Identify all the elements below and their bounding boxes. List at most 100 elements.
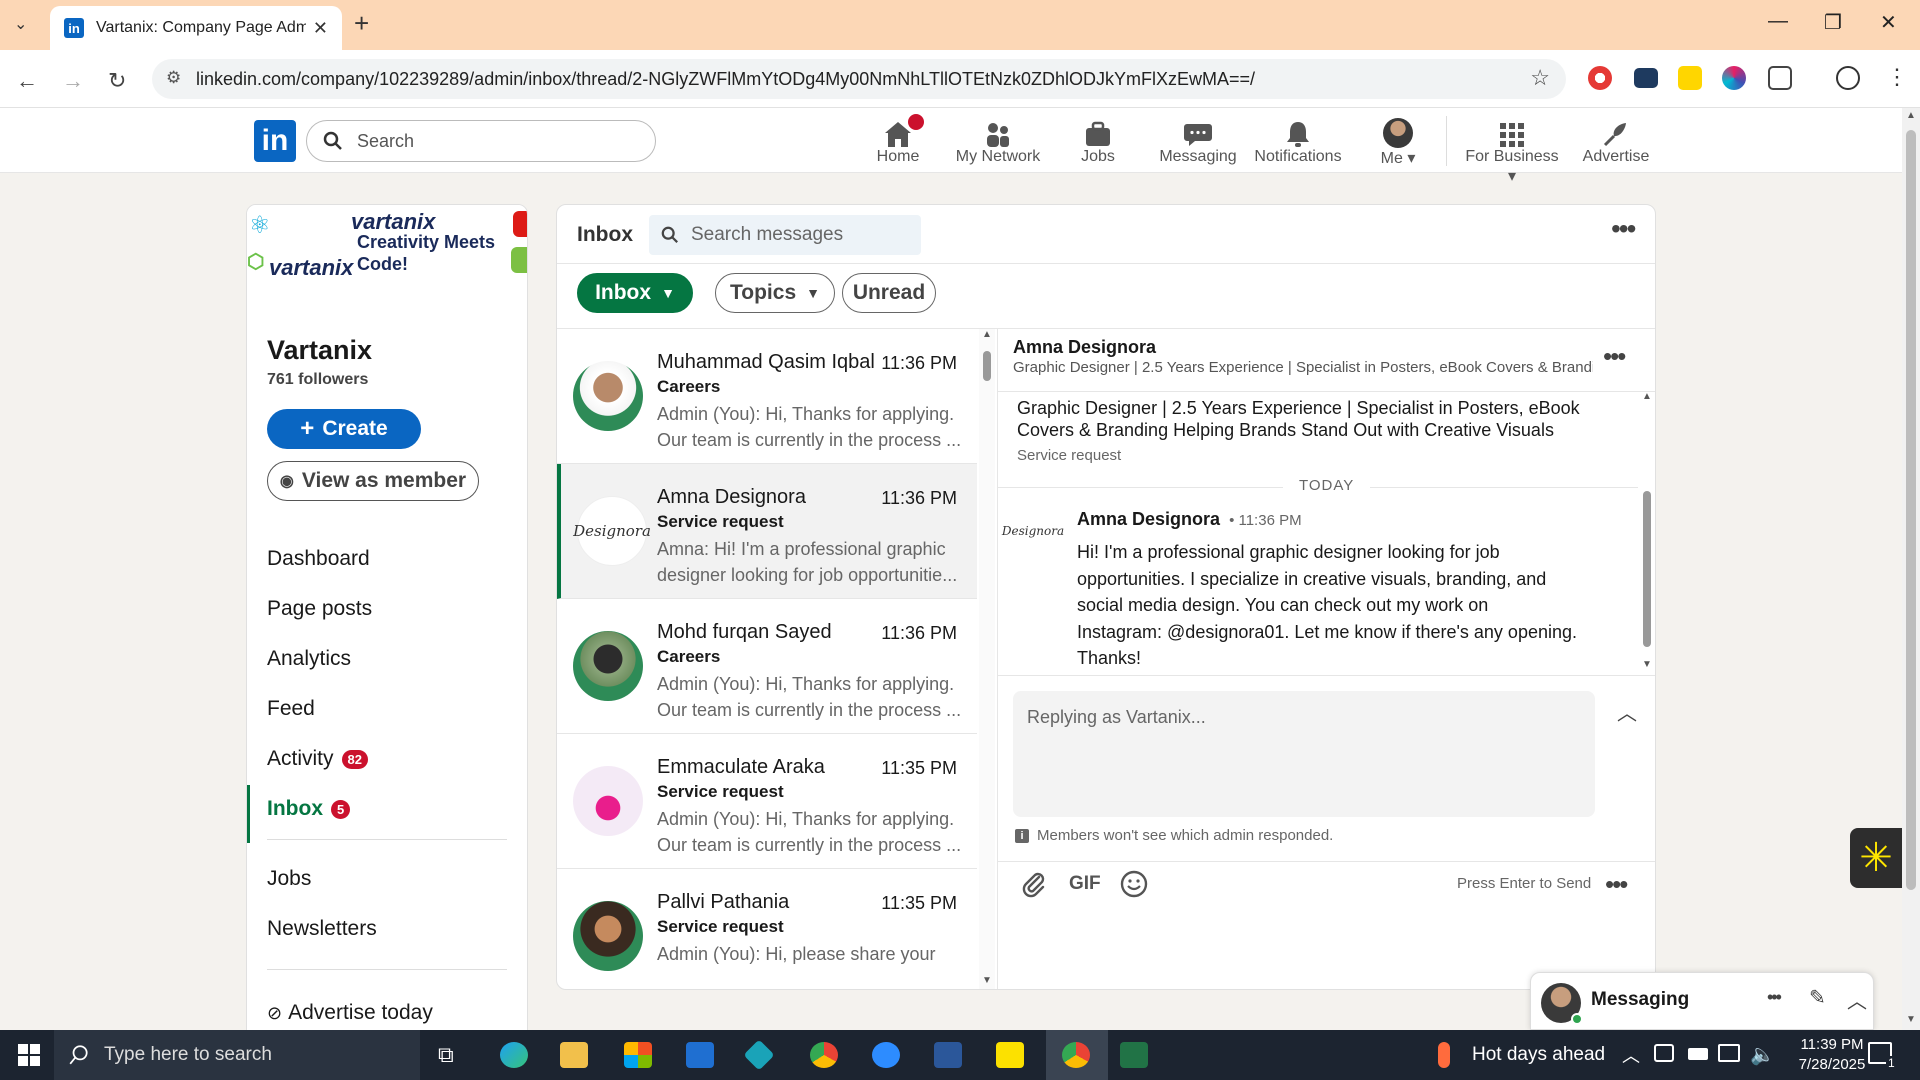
messaging-popup-bar[interactable]: Messaging ••• ✎ ︿	[1530, 972, 1874, 1030]
address-bar[interactable]: ⚙ linkedin.com/company/102239289/admin/i…	[152, 59, 1566, 99]
filter-unread-button[interactable]: Unread	[842, 273, 936, 313]
weather-text[interactable]: Hot days ahead	[1472, 1044, 1605, 1066]
nav-messaging[interactable]: Messaging	[1148, 114, 1248, 166]
followers-count[interactable]: 761 followers	[267, 371, 368, 389]
gif-button[interactable]: GIF	[1069, 873, 1101, 895]
sidebar-item-inbox[interactable]: Inbox 5	[267, 797, 351, 821]
app-icon[interactable]	[743, 1039, 775, 1071]
conversation-item[interactable]: Emmaculate Araka 11:35 PM Service reques…	[557, 734, 977, 869]
extension-folder-icon[interactable]	[1634, 68, 1658, 88]
conversation-item[interactable]: Pallvi Pathania 11:35 PM Service request…	[557, 869, 977, 989]
sidebar-item-advertise[interactable]: ⊘ Advertise today	[267, 1001, 433, 1025]
clock-time[interactable]: 11:39 PM	[1792, 1036, 1872, 1053]
network-icon[interactable]	[1718, 1044, 1740, 1062]
nav-advertise[interactable]: Advertise	[1566, 114, 1666, 166]
scroll-up-arrow-icon[interactable]: ▲	[1642, 391, 1652, 402]
scroll-down-arrow-icon[interactable]: ▼	[1906, 1014, 1916, 1025]
scroll-down-arrow-icon[interactable]: ▼	[1642, 659, 1652, 670]
sidebar-item-dashboard[interactable]: Dashboard	[267, 547, 370, 571]
extension-star-icon[interactable]	[1678, 66, 1702, 90]
extension-color-icon[interactable]	[1722, 66, 1746, 90]
send-options-icon[interactable]: •••	[1605, 869, 1628, 900]
back-icon[interactable]: ←	[16, 68, 38, 94]
sender-avatar[interactable]: Designora	[1002, 503, 1064, 559]
sidebar-item-newsletters[interactable]: Newsletters	[267, 917, 377, 941]
compose-message-icon[interactable]: ✎	[1809, 985, 1826, 1010]
zoom-icon[interactable]	[872, 1042, 900, 1068]
conversation-item[interactable]: Mohd furqan Sayed 11:36 PM Careers Admin…	[557, 599, 977, 734]
file-explorer-icon[interactable]	[560, 1042, 588, 1068]
message-sender-name[interactable]: Amna Designora	[1077, 509, 1220, 529]
browser-tab[interactable]: in Vartanix: Company Page Admin ✕	[50, 6, 342, 50]
reload-icon[interactable]: ↻	[108, 68, 126, 94]
nav-me[interactable]: Me ▾	[1348, 114, 1448, 168]
attach-file-icon[interactable]	[1019, 869, 1049, 899]
popup-expand-icon[interactable]: ︿	[1847, 985, 1867, 1014]
sidebar-item-feed[interactable]: Feed	[267, 697, 315, 721]
nav-for-business[interactable]: For Business ▾	[1462, 114, 1562, 186]
scrollbar-thumb[interactable]	[1643, 491, 1651, 647]
view-as-member-button[interactable]: ◉ View as member	[267, 461, 479, 501]
floating-extension-icon[interactable]: ✳	[1850, 828, 1902, 888]
edge-icon[interactable]	[500, 1042, 528, 1068]
chrome-icon[interactable]	[810, 1042, 838, 1068]
reply-textbox[interactable]: Replying as Vartanix...	[1013, 691, 1595, 817]
company-name[interactable]: Vartanix	[267, 335, 372, 366]
sidebar-item-analytics[interactable]: Analytics	[267, 647, 351, 671]
filter-topics-button[interactable]: Topics ▼	[715, 273, 835, 313]
nav-jobs[interactable]: Jobs	[1048, 114, 1148, 166]
nav-home[interactable]: Home	[848, 114, 948, 166]
thread-more-options-icon[interactable]: •••	[1603, 341, 1626, 372]
sidebar-item-page-posts[interactable]: Page posts	[267, 597, 372, 621]
sidebar-item-activity[interactable]: Activity 82	[267, 747, 368, 771]
popup-more-icon[interactable]: •••	[1767, 987, 1782, 1008]
battery-icon[interactable]	[1688, 1048, 1708, 1060]
active-app-highlight[interactable]	[1046, 1030, 1108, 1080]
store-icon[interactable]	[624, 1042, 652, 1068]
nav-notifications[interactable]: Notifications	[1248, 114, 1348, 166]
close-tab-icon[interactable]: ✕	[313, 18, 328, 39]
site-info-icon[interactable]: ⚙	[166, 68, 181, 88]
thread-scrollbar[interactable]: ▲ ▼	[1639, 391, 1655, 673]
mail-icon[interactable]	[686, 1042, 714, 1068]
conversation-item-selected[interactable]: Designora Amna Designora 11:36 PM Servic…	[557, 464, 977, 599]
emoji-icon[interactable]	[1119, 869, 1149, 899]
message-search-input[interactable]: Search messages	[649, 215, 921, 255]
profile-icon[interactable]	[1836, 66, 1860, 90]
bookmark-star-icon[interactable]: ☆	[1530, 65, 1550, 91]
tab-search-icon[interactable]: ⌄	[14, 14, 27, 34]
conversation-item[interactable]: Muhammad Qasim Iqbal 11:36 PM Careers Ad…	[557, 329, 977, 464]
taskbar-search-box[interactable]: Type here to search	[54, 1030, 420, 1080]
close-window-icon[interactable]: ✕	[1880, 10, 1897, 35]
restore-icon[interactable]: ❐	[1824, 10, 1842, 35]
minimize-icon[interactable]: —	[1768, 10, 1788, 33]
expand-composer-icon[interactable]: ︿	[1617, 697, 1637, 726]
excel-icon[interactable]	[1120, 1042, 1148, 1068]
volume-icon[interactable]: 🔈	[1750, 1042, 1775, 1067]
scroll-down-arrow-icon[interactable]: ▼	[982, 975, 992, 986]
scrollbar-thumb[interactable]	[983, 351, 991, 381]
forward-icon[interactable]: →	[62, 68, 84, 94]
global-search-input[interactable]: Search	[306, 120, 656, 162]
scrollbar-thumb[interactable]	[1906, 130, 1916, 890]
thread-header-name[interactable]: Amna Designora	[1013, 337, 1156, 358]
extensions-puzzle-icon[interactable]	[1768, 66, 1792, 90]
page-scrollbar[interactable]: ▲ ▼	[1902, 108, 1920, 1030]
word-icon[interactable]	[934, 1042, 962, 1068]
tray-app-icon[interactable]	[1654, 1044, 1674, 1062]
weather-icon[interactable]	[1438, 1042, 1450, 1068]
sidebar-item-jobs[interactable]: Jobs	[267, 867, 311, 891]
scroll-up-arrow-icon[interactable]: ▲	[982, 329, 992, 340]
chrome-menu-icon[interactable]: ⋮	[1886, 64, 1908, 90]
extension-pokeball-icon[interactable]	[1588, 66, 1612, 90]
task-view-icon[interactable]: ⧉	[438, 1042, 454, 1068]
sticky-notes-icon[interactable]	[996, 1042, 1024, 1068]
tray-expand-icon[interactable]: ︿	[1622, 1042, 1640, 1068]
clock-date[interactable]: 7/28/2025	[1792, 1056, 1872, 1073]
filter-inbox-button[interactable]: Inbox ▼	[577, 273, 693, 313]
create-button[interactable]: + Create	[267, 409, 421, 449]
new-tab-button[interactable]: +	[354, 8, 369, 39]
windows-start-icon[interactable]	[18, 1044, 40, 1066]
nav-my-network[interactable]: My Network	[948, 114, 1048, 166]
linkedin-logo-icon[interactable]: in	[254, 120, 296, 162]
